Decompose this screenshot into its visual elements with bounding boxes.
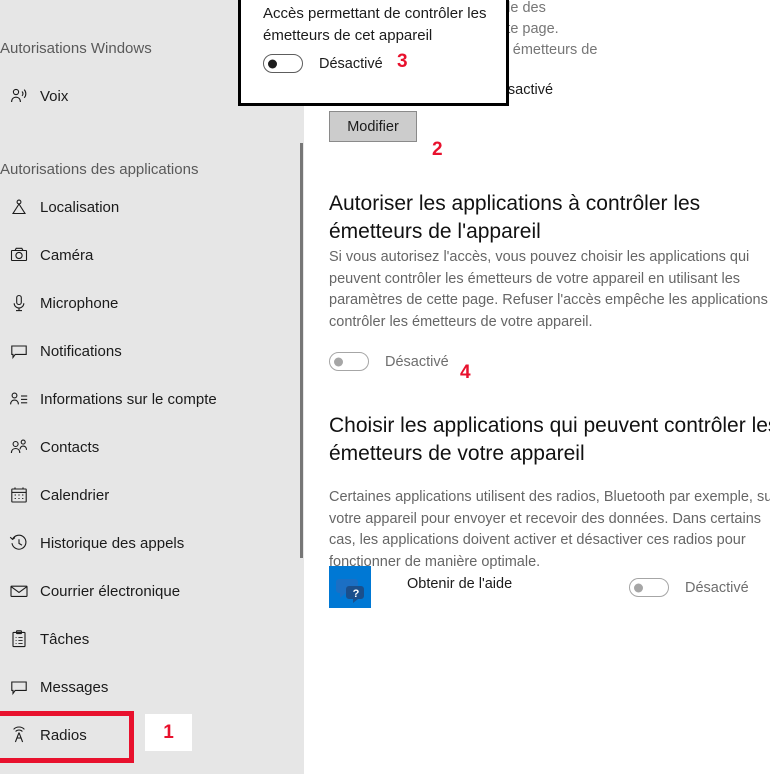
modify-button[interactable]: Modifier [329, 111, 417, 142]
sidebar-item-microphone[interactable]: Microphone [0, 280, 304, 326]
toggle-knob [268, 59, 277, 68]
call-history-icon [2, 533, 36, 553]
transmitters-access-popup: Accès permettant de contrôler les émette… [238, 0, 509, 106]
sidebar-item-camera[interactable]: Caméra [0, 232, 304, 278]
callout-number-3: 3 [397, 51, 408, 72]
sidebar-scrollbar-thumb[interactable] [300, 143, 303, 558]
allow-apps-description: Si vous autorisez l'accès, vous pouvez c… [329, 249, 770, 330]
sidebar-item-label: Calendrier [40, 486, 110, 504]
toggle-knob [334, 357, 343, 366]
calendar-icon [2, 485, 36, 505]
tasks-icon [2, 629, 36, 649]
choose-apps-description: Certaines applications utilisent des rad… [329, 489, 770, 570]
account-info-icon [2, 389, 36, 409]
contacts-icon [2, 437, 36, 457]
messages-icon [2, 677, 36, 697]
sidebar-item-email[interactable]: Courrier électronique [0, 568, 304, 614]
radios-annotation-box [0, 711, 134, 763]
popup-toggle-label: Désactivé [319, 55, 383, 72]
svg-text:?: ? [353, 588, 360, 600]
sidebar-item-label: Tâches [40, 630, 90, 648]
sidebar-item-label: Microphone [40, 294, 119, 312]
settings-window: cations à accéder au contrôle des lisant… [0, 0, 770, 774]
sidebar-item-messages[interactable]: Messages [0, 664, 304, 710]
allow-apps-toggle-row[interactable]: Désactivé [329, 352, 449, 371]
main-content-pane: cations à accéder au contrôle des lisant… [304, 0, 770, 774]
choose-apps-heading: Choisir les applications qui peuvent con… [329, 414, 770, 465]
sidebar-item-label: Messages [40, 678, 109, 696]
sidebar-item-calendar[interactable]: Calendrier [0, 472, 304, 518]
voice-icon [2, 86, 36, 106]
sidebar-item-label: Historique des appels [40, 534, 185, 552]
sidebar-item-label: Notifications [40, 342, 122, 360]
mail-icon [2, 581, 36, 601]
app-toggle-label: Désactivé [685, 579, 749, 596]
popup-toggle[interactable] [263, 54, 303, 73]
app-name-label: Obtenir de l'aide [407, 576, 513, 592]
sidebar-item-tasks[interactable]: Tâches [0, 616, 304, 662]
help-bubble-icon: ? [329, 566, 371, 608]
sidebar-item-contacts[interactable]: Contacts [0, 424, 304, 470]
sidebar-item-label: Courrier électronique [40, 582, 181, 600]
microphone-icon [2, 293, 36, 313]
toggle-knob [634, 583, 643, 592]
sidebar-item-account-info[interactable]: Informations sur le compte [0, 376, 304, 422]
allow-apps-toggle[interactable] [329, 352, 369, 371]
camera-icon [2, 245, 36, 265]
sidebar-item-label: Localisation [40, 198, 120, 216]
callout-number-2: 2 [432, 139, 443, 160]
allow-apps-heading: Autoriser les applications à contrôler l… [329, 192, 701, 243]
sidebar-item-label: Voix [40, 87, 69, 105]
app-toggle-row[interactable]: Désactivé [629, 578, 749, 597]
allow-apps-toggle-label: Désactivé [385, 353, 449, 370]
sidebar-group-app-permissions: Autorisations des applications [0, 161, 199, 178]
popup-title: Accès permettant de contrôler les émette… [263, 5, 487, 44]
popup-toggle-row[interactable]: Désactivé [263, 54, 383, 73]
settings-sidebar: Autorisations Windows Autorisations des … [0, 0, 304, 774]
sidebar-item-label: Contacts [40, 438, 100, 456]
location-pin-icon [2, 197, 36, 217]
callout-number-1: 1 [163, 721, 174, 743]
callout-number-4: 4 [460, 362, 471, 383]
app-list-item[interactable]: ? Obtenir de l'aide Désactivé [329, 566, 769, 608]
app-toggle[interactable] [629, 578, 669, 597]
callout-number-1-box: 1 [145, 714, 192, 751]
sidebar-item-notifications[interactable]: Notifications [0, 328, 304, 374]
sidebar-item-call-history[interactable]: Historique des appels [0, 520, 304, 566]
notification-icon [2, 341, 36, 361]
sidebar-item-label: Informations sur le compte [40, 390, 217, 408]
sidebar-item-label: Caméra [40, 246, 94, 264]
sidebar-item-localisation[interactable]: Localisation [0, 184, 304, 230]
